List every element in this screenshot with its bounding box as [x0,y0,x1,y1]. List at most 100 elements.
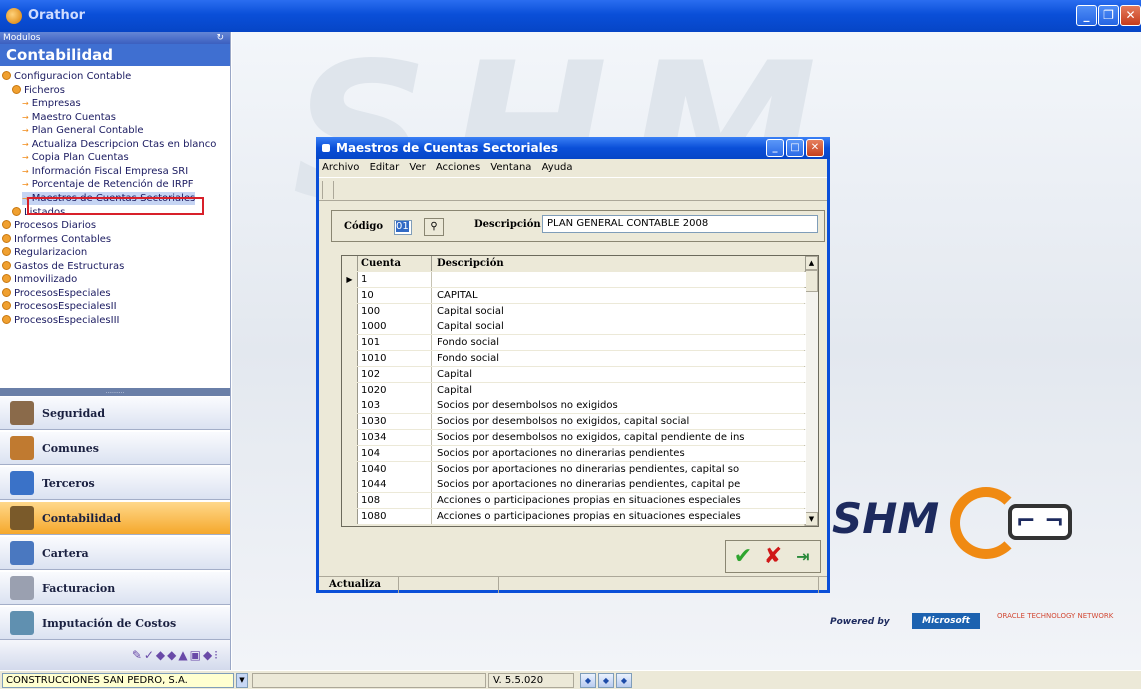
cell-descripcion[interactable]: CAPITAL [432,287,806,303]
cell-cuenta[interactable]: 102 [358,366,432,382]
cell-cuenta[interactable]: 104 [358,445,432,461]
cell-descripcion[interactable]: Capital social [432,319,806,335]
scroll-up-icon[interactable]: ▲ [805,256,818,270]
tree-item[interactable]: → Plan General Contable [22,124,144,137]
descripcion-input[interactable]: PLAN GENERAL CONTABLE 2008 [542,215,818,233]
menu-ventana[interactable]: Ventana [490,162,531,173]
refresh-icon[interactable]: ↻ [216,32,224,44]
tree-item[interactable]: Gastos de Estructuras [2,260,124,273]
scroll-thumb[interactable] [805,270,818,292]
cell-cuenta[interactable]: 1010 [358,351,432,366]
tree-item[interactable]: ProcesosEspecialesIII [2,314,119,327]
table-row[interactable]: 1034 Socios por desembolsos no exigidos, … [342,430,806,445]
table-row[interactable]: 1080 Acciones o participaciones propias e… [342,509,806,524]
module-button[interactable]: Seguridad [0,396,230,430]
cell-cuenta[interactable]: 1034 [358,430,432,445]
dialog-maximize-button[interactable]: □ [786,139,804,157]
exit-door-icon[interactable]: ⇥ [790,545,816,569]
cell-descripcion[interactable]: Capital [432,366,806,382]
module-button[interactable]: Contabilidad [0,501,230,535]
cell-cuenta[interactable]: 103 [358,398,432,414]
quick-icon-strip[interactable]: ✎✓◆◆▲▣◆⁝ [0,640,230,670]
tree-item[interactable]: Regularizacion [2,246,87,259]
cell-cuenta[interactable]: 10 [358,287,432,303]
cancel-x-icon[interactable]: ✘ [760,545,786,569]
cell-cuenta[interactable]: 1080 [358,509,432,524]
cell-cuenta[interactable]: 100 [358,303,432,319]
dialog-minimize-button[interactable]: _ [766,139,784,157]
table-row[interactable]: 101 Fondo social [342,335,806,351]
tree-item[interactable]: ProcesosEspecialesII [2,300,117,313]
grid-vertical-scrollbar[interactable]: ▲ ▼ [804,256,818,526]
cell-cuenta[interactable]: 1044 [358,477,432,493]
table-row[interactable]: 1010 Fondo social [342,351,806,366]
tree-item[interactable]: Informes Contables [2,233,111,246]
table-row[interactable]: 1040 Socios por aportaciones no dineraria… [342,461,806,477]
tree-item[interactable]: → Maestro Cuentas [22,111,116,124]
table-row[interactable]: 10 CAPITAL [342,287,806,303]
panel-splitter[interactable]: .......... [0,388,230,396]
cell-descripcion[interactable]: Fondo social [432,335,806,351]
tree-item[interactable]: Procesos Diarios [2,219,96,232]
table-row[interactable]: 1020 Capital [342,382,806,398]
table-row[interactable]: 102 Capital [342,366,806,382]
menu-acciones[interactable]: Acciones [436,162,480,173]
menu-ver[interactable]: Ver [409,162,425,173]
cell-descripcion[interactable]: Capital [432,382,806,398]
table-row[interactable]: ▶ 1 [342,272,806,287]
dialog-close-button[interactable]: ✕ [806,139,824,157]
header-cuenta[interactable]: Cuenta [358,256,432,271]
tree-item[interactable]: → Porcentaje de Retención de IRPF [22,178,194,191]
binoculars-search-icon[interactable]: ⚲ [424,218,444,236]
codigo-input[interactable]: 01 [394,220,412,235]
cell-descripcion[interactable]: Fondo social [432,351,806,366]
tree-item[interactable]: Inmovilizado [2,273,77,286]
nav-button-2-icon[interactable]: ◆ [598,673,614,688]
tree-item[interactable]: Configuracion Contable [2,70,131,83]
table-row[interactable]: 1000 Capital social [342,319,806,335]
cell-cuenta[interactable]: 1020 [358,382,432,398]
tree-item[interactable]: → Copia Plan Cuentas [22,151,129,164]
toolbar-grip[interactable] [322,181,334,199]
cell-cuenta[interactable]: 1040 [358,461,432,477]
header-descripcion[interactable]: Descripción [432,256,806,271]
cell-descripcion[interactable]: Acciones o participaciones propias en si… [432,493,806,509]
cell-descripcion[interactable]: Socios por aportaciones no dinerarias pe… [432,461,806,477]
table-row[interactable]: 103 Socios por desembolsos no exigidos [342,398,806,414]
module-button[interactable]: Comunes [0,431,230,465]
tree-item[interactable]: → Actualiza Descripcion Ctas en blanco [22,138,216,151]
nav-button-3-icon[interactable]: ◆ [616,673,632,688]
menu-archivo[interactable]: Archivo [322,162,359,173]
menu-editar[interactable]: Editar [370,162,400,173]
cell-cuenta[interactable]: 108 [358,493,432,509]
module-button[interactable]: Imputación de Costos [0,606,230,640]
restore-button[interactable]: ❐ [1098,5,1119,26]
minimize-button[interactable]: _ [1076,5,1097,26]
scroll-down-icon[interactable]: ▼ [805,512,818,526]
cell-descripcion[interactable]: Socios por desembolsos no exigidos, capi… [432,430,806,445]
company-field[interactable]: CONSTRUCCIONES SAN PEDRO, S.A. [2,673,234,688]
nav-button-1-icon[interactable]: ◆ [580,673,596,688]
table-row[interactable]: 1030 Socios por desembolsos no exigidos, … [342,414,806,430]
close-button[interactable]: ✕ [1120,5,1141,26]
cell-descripcion[interactable] [432,272,806,287]
table-row[interactable]: 108 Acciones o participaciones propias en… [342,493,806,509]
cell-cuenta[interactable]: 1 [358,272,432,287]
table-row[interactable]: 100 Capital social [342,303,806,319]
module-button[interactable]: Terceros [0,466,230,500]
cell-descripcion[interactable]: Socios por desembolsos no exigidos, capi… [432,414,806,430]
cell-cuenta[interactable]: 1000 [358,319,432,335]
menu-ayuda[interactable]: Ayuda [542,162,573,173]
tree-item[interactable]: → Información Fiscal Empresa SRI [22,165,188,178]
cell-cuenta[interactable]: 101 [358,335,432,351]
table-row[interactable]: 1044 Socios por aportaciones no dineraria… [342,477,806,493]
cell-descripcion[interactable]: Socios por aportaciones no dinerarias pe… [432,477,806,493]
cell-cuenta[interactable]: 1030 [358,414,432,430]
cell-descripcion[interactable]: Socios por desembolsos no exigidos [432,398,806,414]
tree-item[interactable]: ProcesosEspeciales [2,287,111,300]
cell-descripcion[interactable]: Capital social [432,303,806,319]
table-row[interactable]: 104 Socios por aportaciones no dinerarias… [342,445,806,461]
cell-descripcion[interactable]: Acciones o participaciones propias en si… [432,509,806,524]
cell-descripcion[interactable]: Socios por aportaciones no dinerarias pe… [432,445,806,461]
company-dropdown-icon[interactable]: ▼ [236,673,248,688]
